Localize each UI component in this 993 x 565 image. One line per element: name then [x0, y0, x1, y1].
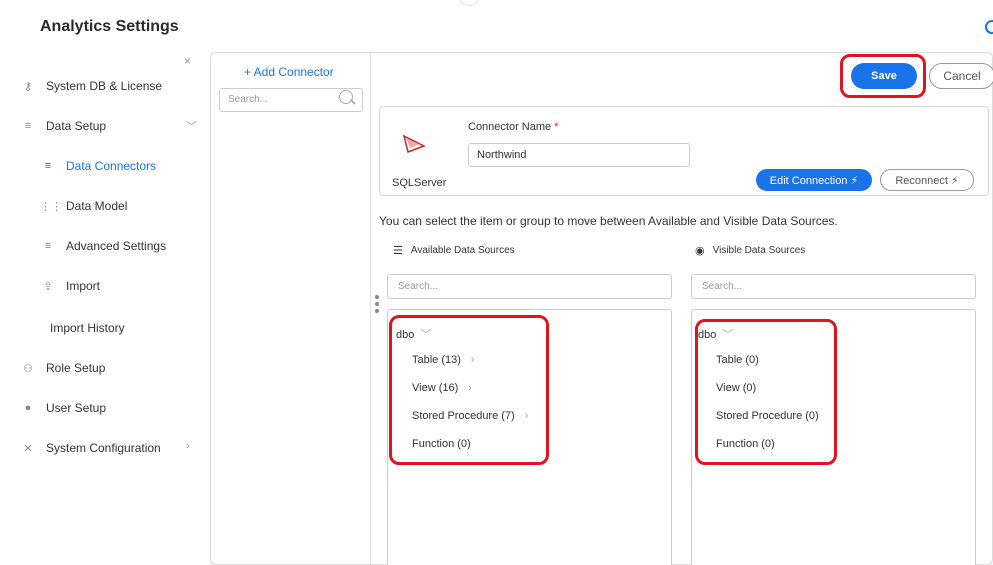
top-bar: Analytics Settings — [0, 0, 993, 52]
sidebar-item-label: Data Connectors — [66, 159, 157, 173]
chevron-right-icon[interactable]: › — [186, 440, 190, 452]
edit-connection-button[interactable]: Edit Connection ⚡ — [756, 169, 872, 191]
sidebar-item-import[interactable]: ⇪ Import — [40, 276, 100, 296]
sidebar-item-label: System Configuration — [46, 441, 161, 455]
connector-name-field[interactable]: Northwind — [468, 143, 690, 167]
sidebar-item-label: Import — [66, 279, 101, 293]
import-icon: ⇪ — [43, 280, 53, 293]
instructions-text: You can select the item or group to move… — [379, 214, 838, 228]
sidebar-item-import-history[interactable]: Import History — [50, 318, 125, 338]
close-icon[interactable]: × — [184, 54, 191, 68]
highlight-outline — [840, 54, 926, 98]
page: Analytics Settings × ⚷ System DB & Licen… — [0, 0, 993, 565]
eye-icon: ◉ — [695, 245, 705, 257]
drag-handle-icon[interactable] — [375, 295, 379, 319]
info-icon[interactable] — [985, 20, 993, 34]
data-setup-icon: ≡ — [24, 120, 32, 132]
sidebar-item-label: Data Setup — [46, 119, 107, 133]
page-title: Analytics Settings — [40, 18, 179, 35]
sidebar-item-user-setup[interactable]: ● User Setup — [20, 398, 106, 418]
visible-search-input[interactable]: Search... — [691, 274, 976, 299]
required-marker: * — [554, 121, 559, 133]
data-connectors-icon: ≡ — [44, 160, 52, 172]
list-icon: ☰ — [393, 245, 403, 257]
sidebar-item-advanced-settings[interactable]: ≡ Advanced Settings — [40, 236, 166, 256]
sidebar: × ⚷ System DB & License ≡ Data Setup ﹀ ≡… — [0, 52, 210, 565]
connector-details: SQLServer Connector Name * Northwind Edi… — [379, 106, 989, 196]
available-sources-header: ☰ Available Data Sources — [393, 245, 515, 257]
search-icon — [339, 90, 353, 104]
sidebar-item-data-connectors[interactable]: ≡ Data Connectors — [40, 156, 156, 176]
sidebar-item-label: System DB & License — [46, 79, 163, 93]
sidebar-item-role-setup[interactable]: ⚇ Role Setup — [20, 358, 105, 378]
sidebar-item-label: Advanced Settings — [66, 239, 167, 253]
key-icon: ⚷ — [23, 80, 33, 93]
visible-sources-header: ◉ Visible Data Sources — [695, 245, 806, 257]
collapse-handle[interactable] — [458, 0, 480, 6]
chevron-down-icon[interactable]: ﹀ — [186, 118, 197, 134]
sidebar-item-system-db[interactable]: ⚷ System DB & License — [20, 76, 162, 96]
reconnect-button[interactable]: Reconnect ⚡ — [880, 169, 974, 191]
sidebar-item-label: User Setup — [46, 401, 107, 415]
users-icon: ⚇ — [23, 362, 33, 375]
sidebar-item-data-model[interactable]: ⋮⋮ Data Model — [40, 196, 127, 216]
sidebar-item-label: Import History — [50, 321, 125, 335]
sqlserver-logo-icon — [402, 134, 426, 153]
add-connector-button[interactable]: + Add Connector — [244, 65, 334, 79]
available-search-input[interactable]: Search... — [387, 274, 672, 299]
connector-type-label: SQLServer — [392, 177, 447, 189]
main-panel: + Add Connector Search... Save Cancel SQ… — [210, 52, 993, 565]
user-icon: ● — [24, 402, 32, 414]
sidebar-item-label: Role Setup — [46, 361, 106, 375]
sidebar-item-data-setup[interactable]: ≡ Data Setup — [20, 116, 106, 136]
tools-icon: ✕ — [23, 442, 33, 455]
list-settings-icon: ≡ — [44, 240, 52, 252]
connector-list: + Add Connector Search... — [211, 53, 371, 565]
cancel-button[interactable]: Cancel — [929, 63, 993, 89]
sidebar-item-system-configuration[interactable]: ✕ System Configuration — [20, 438, 161, 458]
highlight-outline — [389, 315, 549, 465]
grid-icon: ⋮⋮ — [40, 200, 62, 213]
sidebar-item-label: Data Model — [66, 199, 128, 213]
highlight-outline — [695, 319, 837, 465]
connector-name-label: Connector Name * — [468, 121, 559, 133]
